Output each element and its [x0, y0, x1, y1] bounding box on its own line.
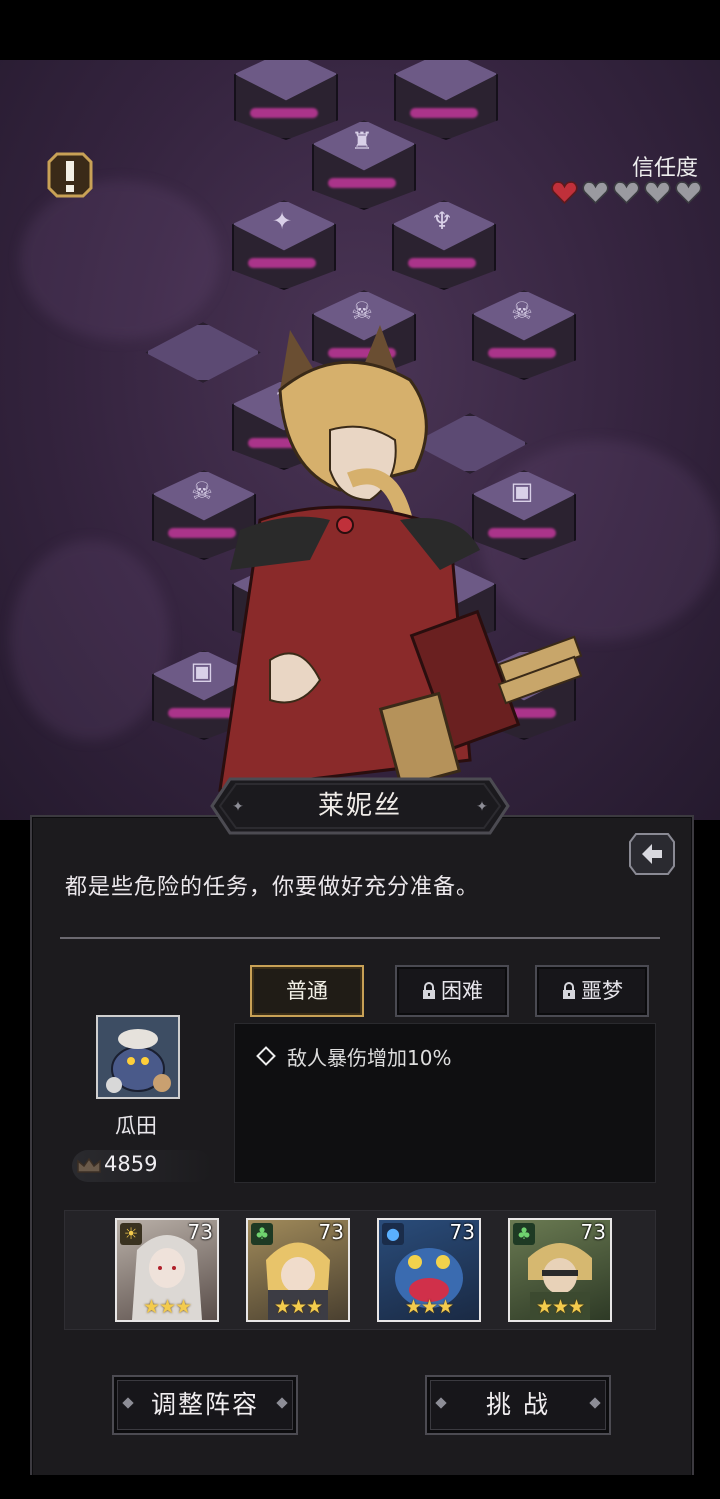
alert-icon[interactable] [47, 152, 93, 198]
npc-portrait [218, 325, 583, 792]
heart-empty-icon [675, 181, 702, 204]
trust-hearts [551, 180, 702, 204]
water-element-icon: ● [382, 1223, 404, 1245]
team-hero-card[interactable]: ● 73 ★★★ [377, 1218, 481, 1322]
heart-empty-icon [644, 181, 671, 204]
money-bag-icon: ✦ [271, 207, 293, 235]
heart-filled-icon [551, 181, 578, 204]
sun-element-icon: ☀ [120, 1223, 142, 1245]
hero-stars: ★★★ [404, 1296, 454, 1318]
heart-empty-icon [613, 181, 640, 204]
hero-level: 73 [449, 1220, 475, 1244]
diamond-bullet-icon [256, 1046, 276, 1066]
ornament-icon [122, 1397, 134, 1409]
difficulty-nightmare-label: 噩梦 [581, 979, 623, 1003]
leaf-element-icon: ♣ [513, 1223, 535, 1245]
divider [60, 937, 660, 939]
difficulty-hard-label: 困难 [441, 979, 483, 1003]
difficulty-hard-button[interactable]: 困难 [395, 965, 509, 1017]
swap-icon[interactable] [628, 832, 676, 876]
lock-icon [563, 982, 575, 999]
npc-name: 莱妮丝 [317, 791, 402, 821]
enemy-power: 4859 [72, 1150, 212, 1182]
effects-box: 敌人暴伤增加10% [234, 1023, 656, 1183]
wings-icon: ♆ [431, 207, 453, 235]
npc-dialog-text: 都是些危险的任务，你要做好充分准备。 [65, 875, 480, 900]
hero-level: 73 [187, 1220, 213, 1244]
effect-item: 敌人暴伤增加10% [256, 1042, 452, 1071]
lock-icon [423, 982, 435, 999]
hero-stars: ★★★ [142, 1296, 192, 1318]
team-hero-card[interactable]: ♣ 73 ★★★ [508, 1218, 612, 1322]
crown-icon [77, 1157, 101, 1173]
difficulty-normal-button[interactable]: 普通 [250, 965, 364, 1017]
team-hero-card[interactable]: ☀ 73 ★★★ [115, 1218, 219, 1322]
heart-empty-icon [582, 181, 609, 204]
status-bar [0, 0, 720, 60]
ornament-icon [276, 1397, 288, 1409]
hero-level: 73 [580, 1220, 606, 1244]
challenge-button[interactable]: 挑 战 [425, 1375, 611, 1435]
enemy-power-value: 4859 [104, 1152, 158, 1176]
hero-stars: ★★★ [273, 1296, 323, 1318]
effect-text: 敌人暴伤增加10% [287, 1046, 452, 1070]
npc-name-plate: ✦ ✦ 莱妮丝 [210, 777, 510, 835]
hero-stars: ★★★ [535, 1296, 585, 1318]
ornament-icon [435, 1397, 447, 1409]
team-hero-card[interactable]: ♣ 73 ★★★ [246, 1218, 350, 1322]
ornament-icon [589, 1397, 601, 1409]
trust-label: 信任度 [631, 156, 698, 181]
tower-icon: ♜ [351, 127, 373, 155]
adjust-lineup-label: 调整阵容 [150, 1390, 259, 1419]
leaf-element-icon: ♣ [251, 1223, 273, 1245]
enemy-avatar[interactable] [96, 1015, 180, 1099]
bottom-bar [0, 1475, 720, 1499]
hero-level: 73 [318, 1220, 344, 1244]
enemy-name: 瓜田 [115, 1114, 157, 1138]
adjust-lineup-button[interactable]: 调整阵容 [112, 1375, 298, 1435]
challenge-label: 挑 战 [486, 1390, 550, 1419]
difficulty-normal-label: 普通 [286, 979, 328, 1003]
difficulty-nightmare-button[interactable]: 噩梦 [535, 965, 649, 1017]
